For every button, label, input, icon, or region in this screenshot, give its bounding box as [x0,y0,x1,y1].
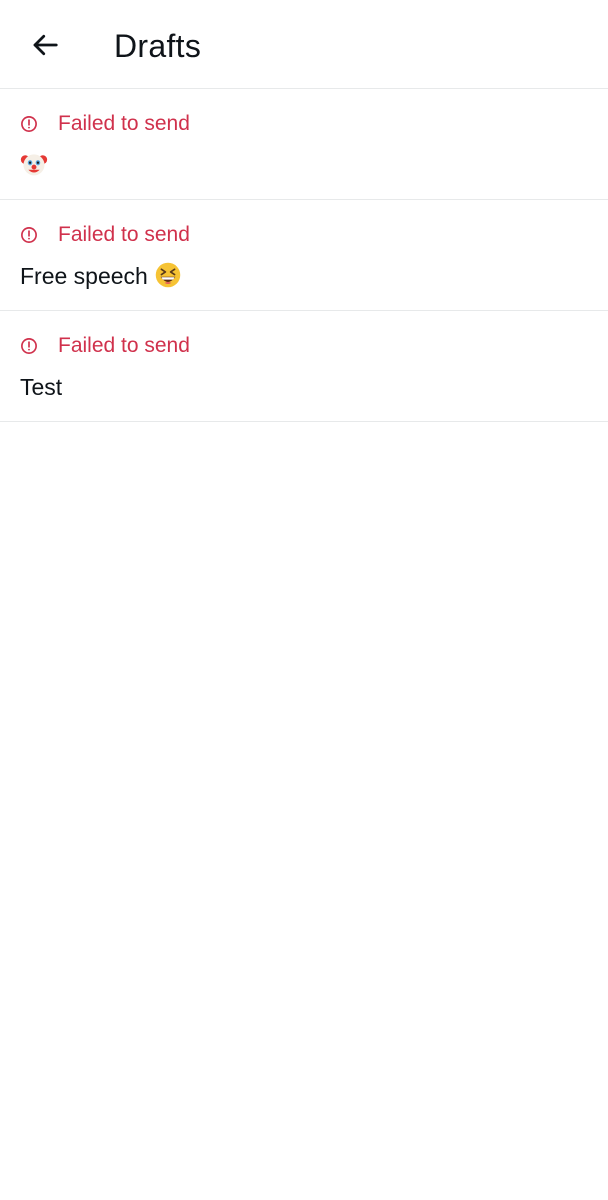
alert-circle-icon [20,337,38,355]
alert-circle-icon [20,226,38,244]
page-title: Drafts [114,28,202,64]
draft-text: Test [20,374,63,400]
draft-content: Test [20,372,62,402]
draft-item[interactable]: Failed to send Free speech [0,200,608,311]
draft-content: Free speech [20,261,182,291]
draft-status: Failed to send [20,333,190,359]
draft-text: Free speech [20,263,155,289]
draft-status-text: Failed to send [58,223,190,246]
draft-item[interactable]: Failed to send [0,89,608,200]
clown-face-emoji-icon [20,150,48,178]
back-button[interactable] [18,18,72,72]
alert-circle-icon [20,115,38,133]
drafts-list: Failed to send Failed to send Free speec… [0,89,608,422]
draft-status: Failed to send [20,222,190,248]
draft-status-text: Failed to send [58,112,190,135]
draft-content [20,150,48,181]
grinning-squinting-face-emoji-icon [154,261,182,289]
app-bar: Drafts [0,0,608,89]
arrow-left-icon [30,30,60,60]
draft-item[interactable]: Failed to send Test [0,311,608,422]
draft-status: Failed to send [20,111,190,137]
draft-status-text: Failed to send [58,334,190,357]
